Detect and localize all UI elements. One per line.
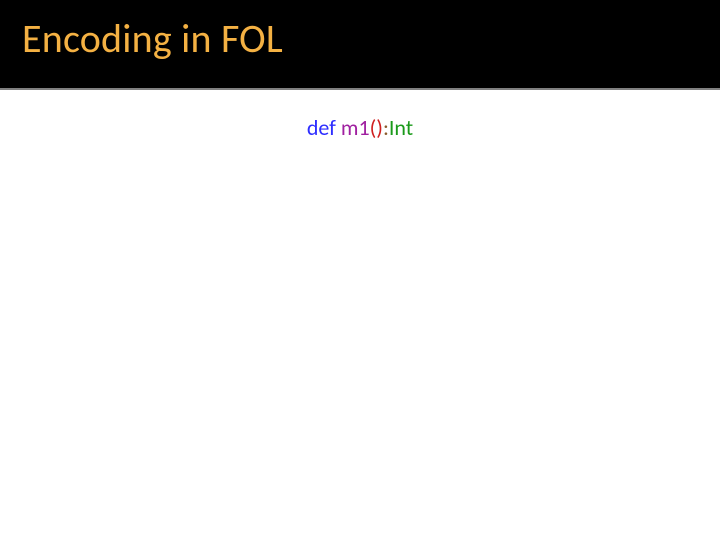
code-token-keyword: def [307, 114, 341, 141]
title-divider [0, 88, 720, 90]
title-bar: Encoding in FOL [0, 0, 720, 88]
slide: Encoding in FOL def m1():Int [0, 0, 720, 540]
slide-title: Encoding in FOL [22, 14, 283, 63]
code-token-parens: () [370, 114, 383, 141]
code-snippet: def m1():Int [0, 114, 720, 141]
code-token-identifier: m1 [341, 114, 370, 141]
code-token-type: Int [389, 114, 413, 141]
